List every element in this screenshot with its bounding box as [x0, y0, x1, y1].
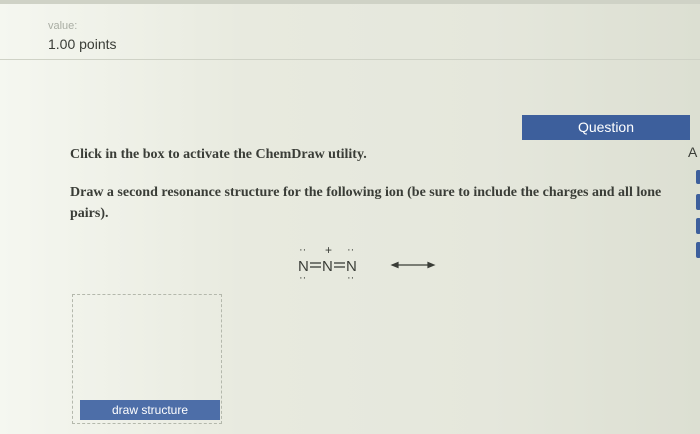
value-label: value: — [48, 20, 78, 32]
azide-structure: N ·· ·· N + N ·· ·· — [298, 243, 436, 280]
header-divider — [0, 59, 700, 60]
lone-pair-top-left: ·· — [299, 244, 306, 256]
chemdraw-instruction: Click in the box to activate the ChemDra… — [70, 147, 367, 162]
resonance-arrow — [390, 261, 436, 269]
lone-pair-top-right: ·· — [347, 244, 354, 256]
question-tab[interactable]: Question — [522, 115, 690, 140]
atom-n-center: N — [322, 258, 333, 275]
side-tab-marker[interactable] — [696, 170, 700, 184]
side-tab-marker[interactable] — [696, 218, 700, 234]
formal-charge-plus: + — [325, 243, 332, 257]
side-tab-letter[interactable]: A — [688, 144, 697, 160]
points-value: 1.00 points — [48, 36, 117, 52]
question-prompt: Draw a second resonance structure for th… — [70, 185, 662, 221]
side-tab-marker[interactable] — [696, 194, 700, 210]
lone-pair-bottom-left: ·· — [299, 272, 306, 280]
side-tab-marker[interactable] — [696, 242, 700, 258]
top-border — [0, 0, 700, 4]
lone-pair-bottom-right: ·· — [347, 272, 354, 280]
draw-structure-button[interactable]: draw structure — [80, 400, 220, 420]
